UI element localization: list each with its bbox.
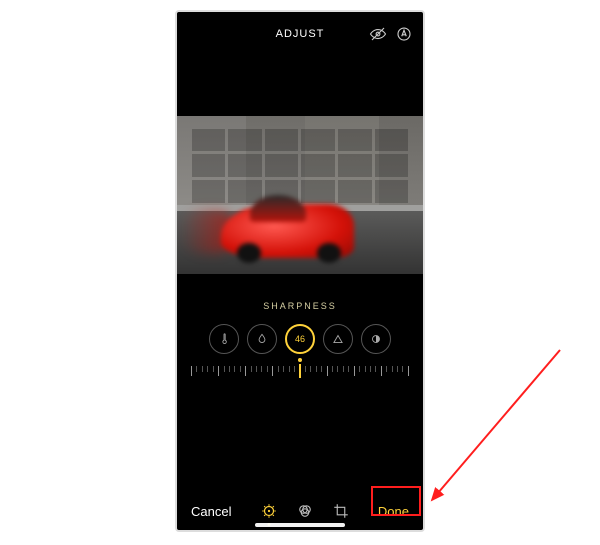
markup-button[interactable] <box>395 25 413 43</box>
mode-title: ADJUST <box>276 28 325 40</box>
triangle-icon <box>331 332 345 346</box>
tool-label: SHARPNESS <box>263 301 337 311</box>
half-circle-icon <box>369 332 383 346</box>
adjust-definition[interactable] <box>323 324 353 354</box>
annotation-arrow <box>420 340 580 520</box>
adjust-tint[interactable] <box>247 324 277 354</box>
markup-icon <box>395 25 413 43</box>
thermometer-icon <box>217 332 231 346</box>
cancel-button[interactable]: Cancel <box>191 504 231 519</box>
drop-icon <box>255 332 269 346</box>
value-slider[interactable] <box>191 364 409 384</box>
adjust-warmth[interactable] <box>209 324 239 354</box>
home-indicator[interactable] <box>255 523 345 527</box>
phone-frame: ADJUST <box>175 10 425 532</box>
subject-car <box>221 204 354 258</box>
adjust-tool-row[interactable]: 46 <box>177 324 423 354</box>
top-bar: ADJUST <box>177 12 423 56</box>
photo-preview[interactable] <box>177 116 423 274</box>
toggle-original-button[interactable] <box>369 25 387 43</box>
sharpness-value: 46 <box>295 334 305 344</box>
mode-filters[interactable] <box>296 502 314 520</box>
adjust-noise[interactable] <box>361 324 391 354</box>
crop-icon <box>332 502 350 520</box>
done-button[interactable]: Done <box>378 504 409 519</box>
filters-icon <box>296 502 314 520</box>
eye-off-icon <box>369 25 387 43</box>
dial-icon <box>260 502 278 520</box>
mode-crop[interactable] <box>332 502 350 520</box>
adjust-sharpness[interactable]: 46 <box>285 324 315 354</box>
mode-adjust[interactable] <box>260 502 278 520</box>
